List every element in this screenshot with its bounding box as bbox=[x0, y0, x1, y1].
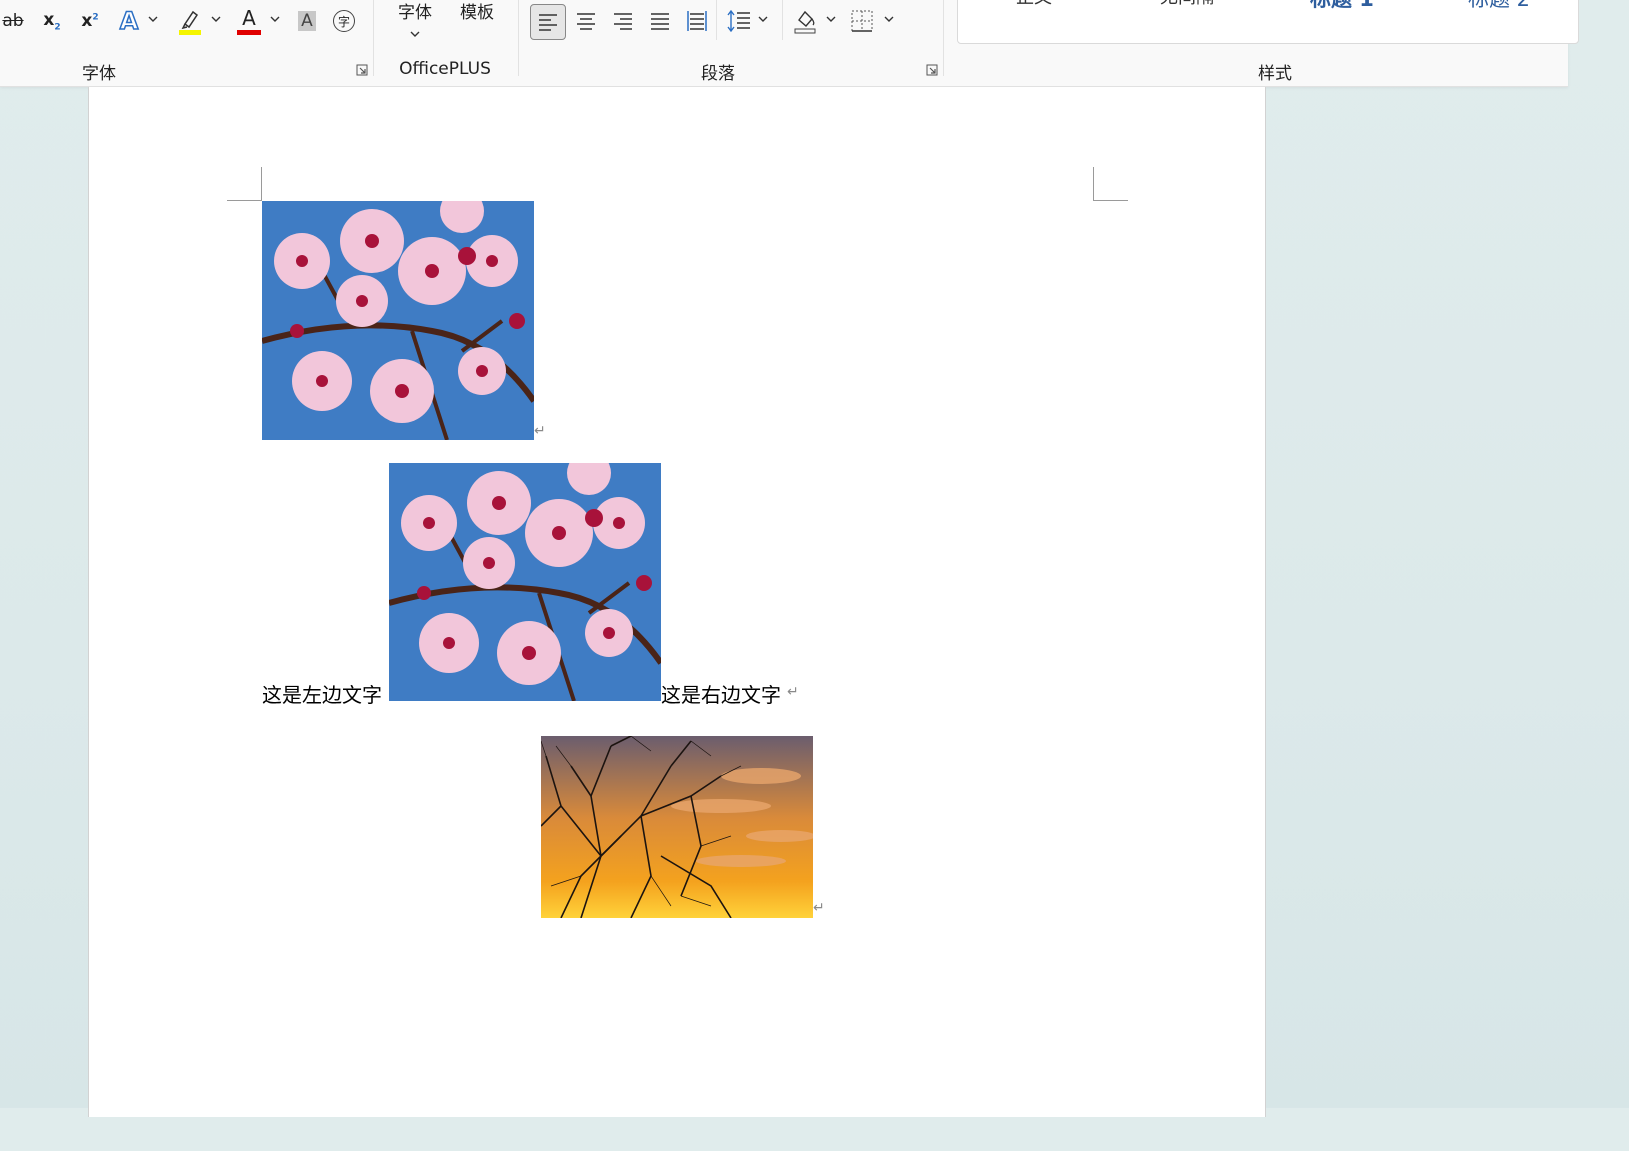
text-effects-button[interactable]: A bbox=[114, 6, 144, 36]
align-center-icon bbox=[577, 13, 595, 30]
crop-mark-top-left-horizontal bbox=[227, 200, 262, 201]
paragraph-mark: ↵ bbox=[813, 900, 825, 916]
cherry-blossom-picture bbox=[389, 463, 661, 701]
subscript-button[interactable]: x2 bbox=[38, 6, 66, 36]
line-spacing-button[interactable] bbox=[724, 6, 754, 36]
superscript-icon: x2 bbox=[81, 11, 98, 31]
crop-mark-top-right-horizontal bbox=[1093, 200, 1128, 201]
character-shading-button[interactable]: A bbox=[294, 6, 320, 36]
superscript-letter: x bbox=[81, 11, 93, 31]
superscript-button[interactable]: x2 bbox=[76, 6, 104, 36]
text-effects-icon: A bbox=[119, 6, 139, 36]
chevron-down-icon[interactable] bbox=[758, 15, 768, 23]
align-left-icon bbox=[539, 14, 557, 31]
cherry-blossom-image[interactable] bbox=[262, 201, 534, 440]
font-color-icon: A bbox=[242, 5, 256, 30]
shading-button[interactable] bbox=[790, 6, 820, 36]
superscript-mark: 2 bbox=[92, 12, 99, 23]
line-spacing-icon bbox=[727, 10, 750, 32]
style-normal[interactable]: 正文 bbox=[1016, 0, 1052, 9]
paragraph-mark: ↵ bbox=[534, 423, 546, 439]
sunset-tree-image[interactable] bbox=[541, 736, 813, 918]
font-color-button[interactable]: A bbox=[234, 6, 264, 36]
crop-mark-top-left-vertical bbox=[261, 167, 262, 201]
chevron-down-icon[interactable] bbox=[826, 15, 836, 23]
officeplus-group-label: OfficePLUS bbox=[399, 59, 491, 79]
group-separator bbox=[943, 0, 944, 76]
chevron-down-icon[interactable] bbox=[148, 15, 158, 23]
group-separator bbox=[373, 0, 374, 76]
align-left-button[interactable] bbox=[530, 4, 566, 40]
paragraph-mark: ↵ bbox=[787, 684, 799, 700]
character-shading-icon: A bbox=[298, 11, 316, 31]
styles-gallery: 正文 无间隔 标题 1 标题 2 bbox=[957, 0, 1579, 44]
subscript-icon: x2 bbox=[43, 10, 60, 32]
subscript-letter: x bbox=[43, 9, 55, 30]
ribbon: ab x2 x2 A A A 字 字体 字体 模板 OfficePLUS 段落 … bbox=[0, 0, 1579, 87]
dialog-launcher-icon[interactable] bbox=[926, 64, 938, 76]
highlighter-icon bbox=[179, 10, 201, 35]
paint-bucket-icon bbox=[794, 10, 816, 34]
document-page[interactable]: ↵ 这是左边文字 这是右边文字 ↵ ↵ bbox=[88, 87, 1266, 1117]
chevron-down-icon bbox=[410, 31, 420, 37]
borders-icon bbox=[851, 10, 873, 32]
style-no-spacing[interactable]: 无间隔 bbox=[1160, 0, 1214, 9]
inline-left-text[interactable]: 这是左边文字 bbox=[262, 679, 382, 708]
group-separator bbox=[716, 0, 717, 40]
crop-mark-top-right-vertical bbox=[1093, 167, 1094, 201]
cherry-blossom-inline-image[interactable] bbox=[389, 463, 661, 701]
distributed-button[interactable] bbox=[683, 6, 711, 36]
strikethrough-button[interactable]: ab bbox=[0, 6, 26, 36]
officeplus-template-button[interactable]: 模板 bbox=[457, 0, 497, 23]
align-right-icon bbox=[614, 13, 632, 30]
inline-right-text[interactable]: 这是右边文字 bbox=[661, 679, 781, 708]
strikethrough-icon: ab bbox=[2, 11, 24, 31]
styles-group-label: 样式 bbox=[1258, 64, 1292, 84]
style-heading-2[interactable]: 标题 2 bbox=[1468, 0, 1530, 13]
align-center-button[interactable] bbox=[572, 6, 600, 36]
sunset-tree-picture bbox=[541, 736, 813, 918]
chevron-down-icon[interactable] bbox=[270, 15, 280, 23]
dialog-launcher-icon[interactable] bbox=[356, 64, 368, 76]
borders-button[interactable] bbox=[848, 6, 876, 36]
paragraph-group-label: 段落 bbox=[701, 64, 735, 84]
group-separator bbox=[518, 0, 519, 76]
justify-icon bbox=[651, 13, 669, 30]
officeplus-font-button[interactable]: 字体 bbox=[395, 0, 435, 43]
chevron-down-icon[interactable] bbox=[211, 15, 221, 23]
font-color-swatch bbox=[237, 29, 261, 35]
cherry-blossom-picture bbox=[262, 201, 534, 440]
font-group-label: 字体 bbox=[82, 64, 116, 84]
highlight-color-swatch bbox=[179, 30, 201, 35]
align-right-button[interactable] bbox=[609, 6, 637, 36]
justify-button[interactable] bbox=[646, 6, 674, 36]
style-heading-1[interactable]: 标题 1 bbox=[1310, 0, 1374, 13]
chevron-down-icon[interactable] bbox=[884, 15, 894, 23]
officeplus-template-label: 模板 bbox=[460, 3, 494, 23]
officeplus-font-label: 字体 bbox=[398, 3, 432, 23]
enclose-characters-button[interactable]: 字 bbox=[330, 6, 358, 36]
enclose-characters-icon: 字 bbox=[333, 10, 355, 32]
distributed-align-icon bbox=[687, 11, 707, 31]
highlight-button[interactable] bbox=[175, 6, 205, 36]
group-separator bbox=[782, 0, 783, 40]
subscript-mark: 2 bbox=[54, 22, 61, 33]
